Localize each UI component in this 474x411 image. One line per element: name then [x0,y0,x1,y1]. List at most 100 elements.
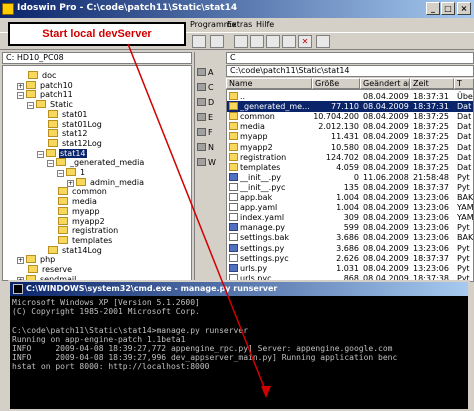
maximize-button[interactable]: □ [441,2,455,15]
folder-icon [46,148,56,157]
move-icon[interactable] [282,35,296,48]
collapse-icon[interactable]: − [47,160,54,168]
right-drive-selector[interactable]: C [226,52,474,64]
folder-icon [48,245,58,254]
file-name-text: settings.bak [240,233,290,243]
edit-icon[interactable] [250,35,264,48]
folder-icon [229,92,238,100]
console-icon [13,284,23,294]
drive-item[interactable]: E [197,111,223,124]
folder-icon [229,122,238,131]
file-name-text: index.yaml [240,213,285,223]
column-time[interactable]: Zeit [410,78,454,89]
console-line: Microsoft Windows XP [Version 5.1.2600] [12,298,200,307]
folder-icon [26,255,36,264]
column-name[interactable]: Name [226,78,312,89]
file-name-text: media [240,122,265,132]
path-bar[interactable]: C:\code\patch11\Static\stat14 [226,65,474,77]
tree-item-label: Static [50,100,73,110]
drive-icon [197,143,206,151]
console-line: C:\code\patch11\Static\stat14>manage.py … [12,325,249,335]
file-list: .. 08.04.2009 18:37:31 Übe _generated_me... 7… [226,89,474,282]
tree-item-label: media [72,197,97,207]
collapse-icon[interactable]: − [27,102,34,110]
tree-item-label: doc [42,71,57,80]
drive-icon [197,158,206,166]
menu-hilfe[interactable]: Hilfe [256,20,274,29]
tree-item-label: stat12Log [62,138,102,148]
folder-icon [48,119,58,128]
drive-label: C [208,83,214,92]
folder-icon[interactable] [192,35,206,48]
folder-icon [56,158,66,167]
drive-label: A [208,68,214,77]
tree-item-label: stat14 [59,148,87,158]
file-name-text: manage.py [240,223,286,233]
python-file-icon [229,223,238,232]
drive-item[interactable]: W [197,156,223,169]
tree-item-label: stat01Log [62,119,102,129]
folder-icon [229,112,238,121]
python-file-icon [229,243,238,252]
console-title-bar: C:\WINDOWS\system32\cmd.exe - manage.py … [10,282,468,296]
tree-item-label: admin_media [90,177,144,187]
drive-item[interactable]: C [197,81,223,94]
delete-icon[interactable]: ✕ [298,35,312,48]
open-folder-icon[interactable] [210,35,224,48]
collapse-icon[interactable]: − [17,92,24,100]
tree-item-label: myapp2 [72,216,105,226]
drive-label: N [208,143,214,152]
folder-icon [28,265,38,273]
column-type[interactable]: T [454,78,474,89]
menu-extras[interactable]: Extras [227,20,252,29]
file-name-text: settings.pyc [240,253,289,263]
folder-icon [58,206,68,215]
folder-tree: doc + patch10− patch11− Static stat01 stat01Lo… [2,65,192,281]
folder-icon [26,90,36,99]
column-date[interactable]: Geändert am [360,78,410,89]
file-name-text: myapp2 [240,142,273,152]
file-name-text: app.bak [240,193,273,202]
minimize-button[interactable]: _ [426,2,440,15]
tree-item-label: templates [72,235,113,245]
left-drive-selector[interactable]: C: HD10_PC08 [2,52,192,64]
collapse-icon[interactable]: − [37,150,44,158]
file-name-text: _generated_me... [240,102,310,112]
folder-icon [48,109,58,118]
folder-icon [58,226,68,235]
drive-item[interactable]: D [197,96,223,109]
folder-icon [58,216,68,225]
tree-item-label: stat14Log [62,245,102,255]
console-output[interactable]: Microsoft Windows XP [Version 5.1.2600](… [12,298,466,409]
file-name-text: urls.py [240,263,268,273]
drive-item[interactable]: A [197,66,223,79]
drive-item[interactable]: F [197,126,223,139]
folder-icon [229,162,238,171]
terminal-icon[interactable] [234,35,248,48]
title-bar: Idoswin Pro - C:\code\patch11\Static\sta… [0,0,474,18]
drive-item[interactable]: N [197,141,223,154]
python-file-icon [229,263,238,272]
file-name-text: myapp [240,132,268,142]
collapse-icon[interactable]: − [57,170,64,177]
console-line: Running on app-engine-patch 1.1beta1 [12,334,186,344]
console-line: hstat on port 8000: http://localhost:800… [12,362,210,372]
file-icon [229,213,238,222]
folder-icon [76,177,86,186]
column-size[interactable]: Größe [312,78,360,89]
close-button[interactable]: × [457,2,471,15]
copy-icon[interactable] [266,35,280,48]
console-line: (C) Copyright 1985-2001 Microsoft Corp. [12,307,200,317]
drive-list: ACDEFNW [194,52,224,282]
tree-item-label: reserve [42,265,73,274]
console-window[interactable]: C:\WINDOWS\system32\cmd.exe - manage.py … [8,280,470,411]
window-title: Idoswin Pro - C:\code\patch11\Static\sta… [17,3,238,13]
binoculars-icon[interactable] [316,35,330,48]
folder-icon [26,80,36,89]
file-name-text: registration [240,152,287,162]
folder-icon [58,235,68,244]
file-icon [229,182,238,191]
tree-item-label: 1 [80,168,86,177]
tree-item-label: php [40,255,56,265]
